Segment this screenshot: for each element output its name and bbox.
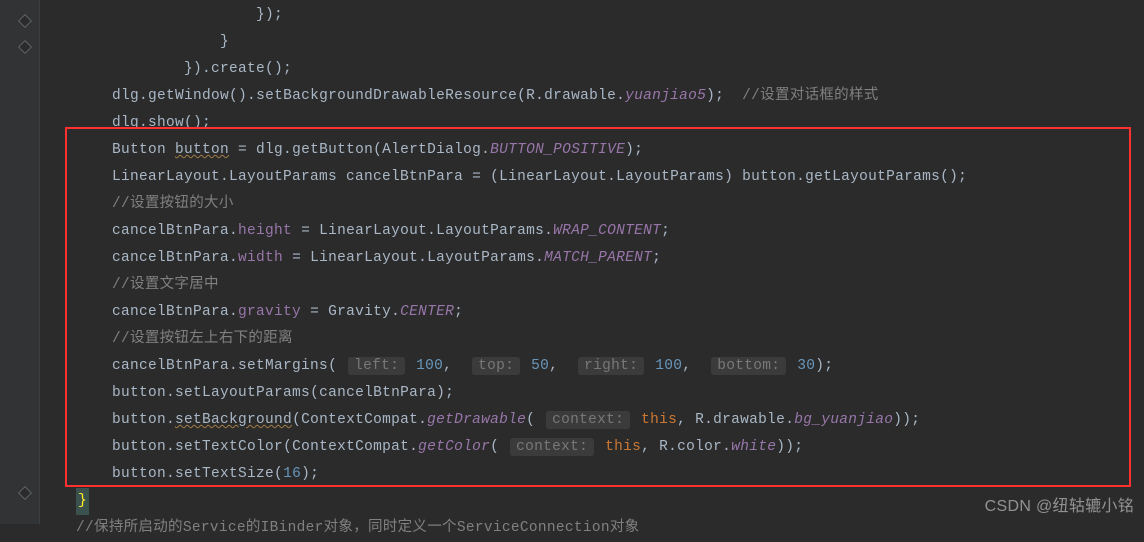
code-line: cancelBtnPara.gravity = Gravity.CENTER; [40, 299, 1144, 326]
code-line: //设置按钮左上右下的距离 [40, 326, 1144, 353]
code-line: button.setLayoutParams(cancelBtnPara); [40, 380, 1144, 407]
code-line: dlg.show(); [40, 110, 1144, 137]
code-line: //设置按钮的大小 [40, 191, 1144, 218]
parameter-hint: right: [578, 357, 644, 375]
parameter-hint: left: [348, 357, 405, 375]
code-line: dlg.getWindow().setBackgroundDrawableRes… [40, 83, 1144, 110]
code-line: button.setTextColor(ContextCompat.getCol… [40, 434, 1144, 461]
code-line: button.setTextSize(16); [40, 461, 1144, 488]
watermark-text: CSDN @纽轱辘小铭 [985, 492, 1134, 516]
parameter-hint: context: [546, 411, 630, 429]
code-line: Button button = dlg.getButton(AlertDialo… [40, 137, 1144, 164]
parameter-hint: context: [510, 438, 594, 456]
code-line: //设置文字居中 [40, 272, 1144, 299]
fold-marker-icon[interactable] [18, 40, 32, 54]
parameter-hint: bottom: [711, 357, 786, 375]
gutter [0, 0, 40, 524]
code-editor[interactable]: }); } }).create(); dlg.getWindow().setBa… [40, 0, 1144, 542]
fold-marker-icon[interactable] [18, 14, 32, 28]
code-line: LinearLayout.LayoutParams cancelBtnPara … [40, 164, 1144, 191]
code-line: } [40, 488, 1144, 515]
code-line: button.setBackground(ContextCompat.getDr… [40, 407, 1144, 434]
parameter-hint: top: [472, 357, 520, 375]
code-line: }).create(); [40, 56, 1144, 83]
code-line: } [40, 29, 1144, 56]
matched-brace: } [76, 488, 89, 515]
code-line: }); [40, 2, 1144, 29]
fold-marker-icon[interactable] [18, 486, 32, 500]
code-line: cancelBtnPara.setMargins( left: 100, top… [40, 353, 1144, 380]
code-line: //保持所启动的Service的IBinder对象，同时定义一个ServiceC… [40, 515, 1144, 542]
code-line: cancelBtnPara.height = LinearLayout.Layo… [40, 218, 1144, 245]
code-line: cancelBtnPara.width = LinearLayout.Layou… [40, 245, 1144, 272]
